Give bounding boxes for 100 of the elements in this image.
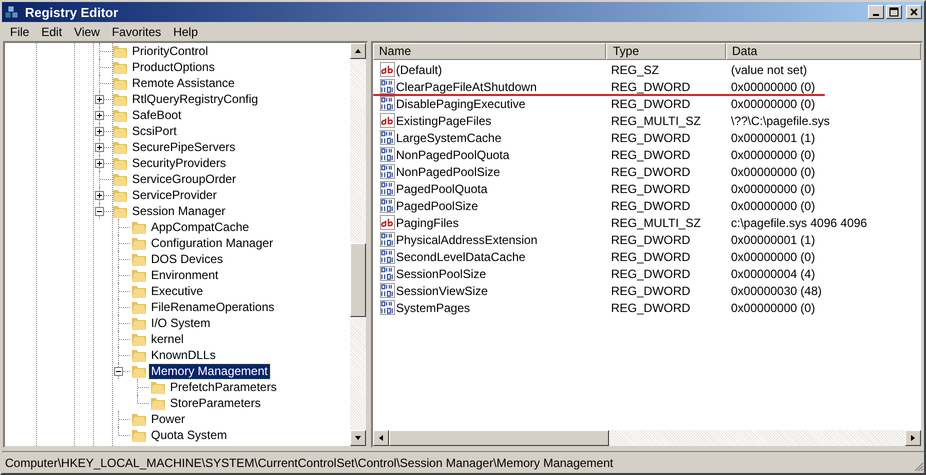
registry-cubes-icon — [4, 4, 20, 20]
menu-item[interactable]: Edit — [35, 24, 68, 38]
tree-item[interactable]: RtlQueryRegistryConfig — [130, 92, 260, 106]
collapse-toggle[interactable] — [95, 207, 104, 216]
folder-icon — [112, 155, 128, 171]
tree-item[interactable]: Quota System — [149, 428, 230, 442]
tree-item[interactable]: SecurityProviders — [130, 156, 228, 170]
binary-value-icon — [380, 300, 395, 315]
tree-item[interactable]: Environment — [149, 268, 220, 282]
menu-item[interactable]: Favorites — [106, 24, 168, 38]
value-name[interactable]: SystemPages — [396, 300, 470, 314]
folder-icon — [112, 59, 128, 75]
menu-item[interactable]: File — [4, 24, 36, 38]
tree-item[interactable]: SafeBoot — [130, 108, 184, 122]
close-button[interactable] — [906, 5, 922, 19]
tree-item[interactable]: Power — [149, 412, 188, 426]
expand-toggle[interactable] — [95, 191, 104, 200]
tree-item[interactable]: Memory Management — [149, 364, 270, 378]
value-type: REG_DWORD — [610, 182, 692, 196]
value-name[interactable]: PagedPoolQuota — [396, 182, 488, 196]
folder-icon — [112, 107, 128, 123]
value-name[interactable]: SessionViewSize — [396, 284, 488, 298]
expand-toggle[interactable] — [95, 95, 104, 104]
binary-value-icon — [380, 198, 395, 213]
tree-item[interactable]: ScsiPort — [130, 124, 179, 138]
value-name[interactable]: NonPagedPoolQuota — [396, 148, 510, 162]
menu-item[interactable]: View — [68, 24, 106, 38]
tree-item[interactable]: ProductOptions — [130, 60, 217, 74]
folder-icon — [131, 235, 147, 251]
column-header[interactable]: Data — [726, 43, 921, 60]
value-name[interactable]: PhysicalAddressExtension — [396, 232, 538, 246]
tree-item[interactable]: kernel — [149, 332, 186, 346]
value-type: REG_DWORD — [610, 96, 692, 110]
expand-toggle[interactable] — [95, 159, 104, 168]
tree-item[interactable]: PriorityControl — [130, 44, 210, 58]
expand-toggle[interactable] — [95, 143, 104, 152]
column-header[interactable]: Name — [373, 43, 606, 60]
folder-icon — [112, 123, 128, 139]
tree-item[interactable]: StoreParameters — [168, 396, 263, 410]
value-data: 0x00000001 (1) — [730, 130, 816, 144]
collapse-toggle[interactable] — [114, 367, 123, 376]
minimize-button[interactable] — [868, 5, 884, 19]
folder-icon — [112, 91, 128, 107]
tree-item[interactable]: FileRenameOperations — [149, 300, 276, 314]
tree-item[interactable]: Remote Assistance — [130, 76, 237, 90]
minimize-icon — [873, 14, 879, 16]
value-type: REG_DWORD — [610, 164, 692, 178]
folder-icon — [150, 379, 166, 395]
maximize-button[interactable] — [886, 5, 902, 19]
scroll-down-button[interactable] — [350, 430, 366, 446]
scroll-up-button[interactable] — [350, 43, 366, 59]
value-name[interactable]: ExistingPageFiles — [396, 114, 492, 128]
value-type: REG_DWORD — [610, 130, 692, 144]
binary-value-icon — [380, 79, 395, 94]
value-name[interactable]: DisablePagingExecutive — [396, 96, 526, 110]
tree-item[interactable]: SecurePipeServers — [130, 140, 238, 154]
value-type: REG_DWORD — [610, 284, 692, 298]
string-value-icon — [380, 62, 395, 77]
scroll-thumb[interactable] — [389, 430, 609, 446]
tree-item[interactable]: I/O System — [149, 316, 212, 330]
value-name[interactable]: SecondLevelDataCache — [396, 250, 526, 264]
folder-icon — [112, 43, 128, 59]
scroll-left-button[interactable] — [373, 430, 389, 446]
expand-toggle[interactable] — [95, 127, 104, 136]
binary-value-icon — [380, 283, 395, 298]
value-data: 0x00000030 (48) — [730, 284, 823, 298]
value-type: REG_DWORD — [610, 148, 692, 162]
vertical-scrollbar[interactable] — [350, 43, 366, 446]
value-name[interactable]: ClearPageFileAtShutdown — [396, 80, 537, 94]
folder-icon — [131, 267, 147, 283]
expand-toggle[interactable] — [95, 111, 104, 120]
horizontal-scrollbar[interactable] — [373, 430, 921, 446]
binary-value-icon — [380, 266, 395, 281]
tree-item[interactable]: DOS Devices — [149, 252, 226, 266]
tree-item[interactable]: Executive — [149, 284, 206, 298]
column-header[interactable]: Type — [606, 43, 726, 60]
tree-item[interactable]: AppCompatCache — [149, 220, 252, 234]
menu-item[interactable]: Help — [167, 24, 204, 38]
tree-item[interactable]: Configuration Manager — [149, 236, 276, 250]
tree-item[interactable]: Session Manager — [130, 204, 228, 218]
tree-item[interactable]: ServiceGroupOrder — [130, 172, 238, 186]
tree-item[interactable]: KnownDLLs — [149, 348, 218, 362]
arrow-right-icon — [909, 434, 917, 442]
value-name[interactable]: LargeSystemCache — [396, 130, 502, 144]
scroll-right-button[interactable] — [905, 430, 921, 446]
value-name[interactable]: PagedPoolSize — [396, 198, 478, 212]
value-name[interactable]: SessionPoolSize — [396, 266, 486, 280]
value-data: 0x00000000 (0) — [730, 164, 816, 178]
value-type: REG_DWORD — [610, 266, 692, 280]
value-name[interactable]: PagingFiles — [396, 216, 459, 230]
value-name[interactable]: NonPagedPoolSize — [396, 164, 500, 178]
window-title: Registry Editor — [25, 4, 120, 20]
scroll-thumb[interactable] — [350, 243, 366, 317]
folder-icon — [131, 331, 147, 347]
value-data: 0x00000000 (0) — [730, 182, 816, 196]
tree-item[interactable]: PrefetchParameters — [168, 380, 279, 394]
value-name[interactable]: (Default) — [396, 62, 442, 76]
value-type: REG_DWORD — [610, 250, 692, 264]
resize-grip-icon[interactable] — [912, 460, 924, 472]
tree-item[interactable]: ServiceProvider — [130, 188, 219, 202]
